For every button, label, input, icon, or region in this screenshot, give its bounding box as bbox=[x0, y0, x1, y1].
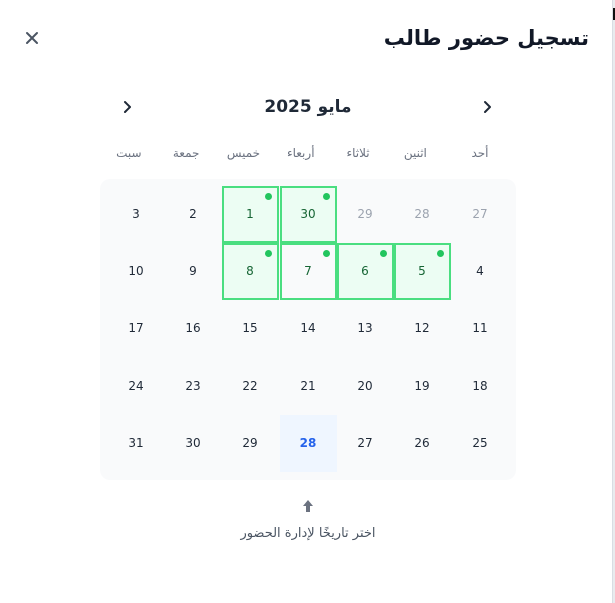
calendar-day[interactable]: 9 bbox=[165, 243, 222, 300]
day-number: 7 bbox=[304, 264, 312, 278]
calendar-day[interactable]: 16 bbox=[165, 300, 222, 357]
day-number: 28 bbox=[414, 207, 430, 221]
calendar-day[interactable]: 20 bbox=[337, 358, 394, 415]
day-number: 27 bbox=[357, 436, 373, 450]
weekday-label: اثنين bbox=[403, 146, 427, 160]
day-number: 2 bbox=[189, 207, 197, 221]
calendar-day[interactable]: 3 bbox=[108, 186, 165, 243]
calendar-day[interactable]: 2 bbox=[165, 186, 222, 243]
calendar-day-attended[interactable]: 5 bbox=[393, 242, 451, 300]
calendar-day[interactable]: 11 bbox=[452, 300, 509, 357]
calendar-day-attended[interactable]: 6 bbox=[336, 242, 394, 300]
calendar-day[interactable]: 29 bbox=[222, 415, 279, 472]
day-number: 10 bbox=[128, 264, 144, 278]
day-number: 24 bbox=[128, 379, 144, 393]
calendar-day[interactable]: 29 bbox=[337, 186, 394, 243]
day-number: 5 bbox=[418, 264, 426, 278]
calendar-day[interactable]: 25 bbox=[452, 415, 509, 472]
calendar-day[interactable]: 28 bbox=[394, 186, 451, 243]
weekday-label: أحد bbox=[471, 146, 489, 160]
weekday-label: ثلاثاء bbox=[346, 146, 370, 160]
day-number: 14 bbox=[300, 321, 316, 335]
day-number: 31 bbox=[128, 436, 144, 450]
attendance-dot bbox=[322, 249, 330, 257]
day-number: 23 bbox=[185, 379, 201, 393]
calendar-day-attended[interactable]: 1 bbox=[221, 185, 279, 243]
calendar-day-attended[interactable]: 30 bbox=[279, 185, 337, 243]
day-number: 25 bbox=[472, 436, 488, 450]
calendar-day[interactable]: 31 bbox=[108, 415, 165, 472]
day-number: 15 bbox=[242, 321, 258, 335]
day-number: 4 bbox=[476, 264, 484, 278]
day-number: 29 bbox=[357, 207, 373, 221]
calendar-day[interactable]: 27 bbox=[452, 186, 509, 243]
arrow-up-icon bbox=[303, 500, 313, 512]
calendar-day-attended[interactable]: 7 bbox=[279, 242, 337, 300]
day-number: 3 bbox=[132, 207, 140, 221]
calendar-day[interactable]: 14 bbox=[280, 300, 337, 357]
attendance-dot bbox=[436, 249, 444, 257]
calendar-day[interactable]: 15 bbox=[222, 300, 279, 357]
day-number: 30 bbox=[185, 436, 201, 450]
day-number: 8 bbox=[246, 264, 254, 278]
calendar-day[interactable]: 21 bbox=[280, 358, 337, 415]
close-button[interactable] bbox=[22, 28, 42, 48]
calendar-day[interactable]: 23 bbox=[165, 358, 222, 415]
day-number: 29 bbox=[242, 436, 258, 450]
weekday-header: أحد اثنين ثلاثاء أربعاء خميس جمعة سبت bbox=[100, 146, 516, 166]
calendar-day[interactable]: 12 bbox=[394, 300, 451, 357]
chevron-right-icon bbox=[484, 101, 491, 113]
month-title: مايو 2025 bbox=[264, 97, 352, 117]
day-number: 16 bbox=[185, 321, 201, 335]
dialog-title: تسجيل حضور طالب bbox=[383, 26, 589, 50]
calendar-day[interactable]: 19 bbox=[394, 358, 451, 415]
attendance-dot bbox=[379, 249, 387, 257]
calendar-day[interactable]: 24 bbox=[108, 358, 165, 415]
attendance-dot bbox=[264, 249, 272, 257]
weekday-label: أربعاء bbox=[286, 146, 315, 160]
close-icon bbox=[26, 32, 38, 44]
calendar-day[interactable]: 27 bbox=[337, 415, 394, 472]
day-number: 1 bbox=[246, 207, 254, 221]
hint-text: اختر تاريخًا لإدارة الحضور bbox=[240, 526, 376, 541]
calendar-day[interactable]: 18 bbox=[452, 358, 509, 415]
day-number: 27 bbox=[472, 207, 488, 221]
previous-month-button[interactable] bbox=[474, 94, 500, 120]
calendar-day[interactable]: 22 bbox=[222, 358, 279, 415]
calendar-day[interactable]: 10 bbox=[108, 243, 165, 300]
day-number: 13 bbox=[357, 321, 373, 335]
attendance-dialog: تسجيل حضور طالب مايو 2025 أحد اثنين ثلاث… bbox=[0, 0, 613, 603]
day-number: 18 bbox=[472, 379, 488, 393]
month-navigation: مايو 2025 bbox=[100, 90, 516, 124]
calendar-day-today[interactable]: 28 bbox=[279, 414, 337, 472]
day-number: 11 bbox=[472, 321, 488, 335]
day-number: 19 bbox=[414, 379, 430, 393]
calendar-day[interactable]: 30 bbox=[165, 415, 222, 472]
weekday-label: جمعة bbox=[172, 146, 200, 160]
day-number: 22 bbox=[242, 379, 258, 393]
weekday-label: سبت bbox=[116, 146, 142, 160]
attendance-dot bbox=[264, 192, 272, 200]
calendar-day-attended[interactable]: 8 bbox=[221, 242, 279, 300]
calendar-day[interactable]: 13 bbox=[337, 300, 394, 357]
day-number: 20 bbox=[357, 379, 373, 393]
day-number: 28 bbox=[299, 436, 317, 450]
day-number: 30 bbox=[300, 207, 316, 221]
day-number: 21 bbox=[300, 379, 316, 393]
day-number: 17 bbox=[128, 321, 144, 335]
day-number: 6 bbox=[361, 264, 369, 278]
calendar-day[interactable]: 26 bbox=[394, 415, 451, 472]
calendar-day[interactable]: 17 bbox=[108, 300, 165, 357]
dialog-header: تسجيل حضور طالب bbox=[0, 0, 613, 80]
day-number: 12 bbox=[414, 321, 430, 335]
selection-hint: اختر تاريخًا لإدارة الحضور bbox=[100, 498, 516, 541]
calendar-day[interactable]: 4 bbox=[452, 243, 509, 300]
day-number: 9 bbox=[189, 264, 197, 278]
day-number: 26 bbox=[414, 436, 430, 450]
weekday-label: خميس bbox=[226, 146, 261, 160]
attendance-dot bbox=[322, 192, 330, 200]
